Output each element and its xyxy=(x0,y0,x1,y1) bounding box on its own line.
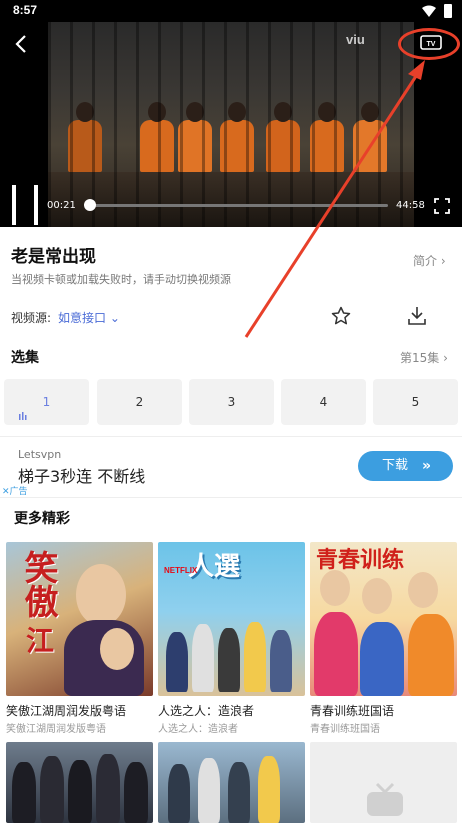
close-icon[interactable]: ✕ xyxy=(2,487,10,497)
episodes-title: 选集 xyxy=(11,350,39,366)
source-tip: 当视频卡顿或加载失败时，请手动切换视频源 xyxy=(11,273,231,286)
video-frame[interactable] xyxy=(48,22,414,227)
status-time: 8:57 xyxy=(13,3,38,17)
poster-image: 青春训练 xyxy=(310,542,457,696)
episode-button[interactable]: 2 xyxy=(97,379,182,425)
chevron-down-icon: ⌄ xyxy=(109,311,120,325)
recommendation-card[interactable]: 青春训练 青春训练班国语 青春训练班国语 xyxy=(310,542,457,735)
playing-indicator-icon xyxy=(19,412,27,420)
back-arrow-icon[interactable] xyxy=(10,32,34,56)
annotation-circle xyxy=(398,28,460,60)
source-label: 视频源: xyxy=(11,311,52,325)
poster-image xyxy=(158,742,305,823)
poster-image xyxy=(6,742,153,823)
recommendation-card[interactable] xyxy=(310,742,457,823)
ad-banner[interactable]: Letsvpn 梯子3秒连 不断线 下载» ✕广告 xyxy=(0,436,462,498)
card-subtitle: 人选之人：造浪者 xyxy=(158,724,238,735)
netflix-badge: NETFLIX xyxy=(164,566,198,575)
episode-list: 1 2 3 4 5 xyxy=(4,379,460,425)
recommendation-card[interactable] xyxy=(6,742,153,823)
poster-image: 笑傲 江 xyxy=(6,542,153,696)
card-title: 人选之人：造浪者 xyxy=(158,704,255,718)
intro-label: 简介 xyxy=(413,254,438,268)
show-title: 老是常出现 xyxy=(11,247,96,267)
card-subtitle: 笑傲江湖周润发版粤语 xyxy=(6,724,106,735)
poster-image: 人選 NETFLIX xyxy=(158,542,305,696)
fullscreen-icon[interactable] xyxy=(434,198,450,214)
source-selector[interactable]: 如意接口 ⌄ xyxy=(58,309,120,326)
more-title: 更多精彩 xyxy=(14,511,70,527)
ad-brand: Letsvpn xyxy=(18,448,62,461)
card-subtitle: 青春训练班国语 xyxy=(310,724,380,735)
chevron-right-icon: › xyxy=(440,254,446,268)
episode-button[interactable]: 4 xyxy=(281,379,366,425)
intro-link[interactable]: 简介 › xyxy=(413,252,446,269)
video-player[interactable]: viu TV 00:21 44:58 xyxy=(0,22,462,227)
ad-download-button[interactable]: 下载» xyxy=(358,451,453,481)
episode-count-link[interactable]: 第15集 › xyxy=(400,349,448,366)
poster-placeholder xyxy=(310,742,457,823)
episode-button[interactable]: 3 xyxy=(189,379,274,425)
battery-icon xyxy=(444,4,452,18)
progress-bar[interactable] xyxy=(84,199,388,211)
wifi-icon xyxy=(422,5,436,17)
favorite-star-icon[interactable] xyxy=(331,306,351,326)
ad-tag[interactable]: ✕广告 xyxy=(2,484,28,497)
card-title: 笑傲江湖周润发版粤语 xyxy=(6,704,127,718)
pause-icon[interactable] xyxy=(10,185,38,225)
episode-count: 第15集 xyxy=(400,351,440,365)
total-time: 44:58 xyxy=(396,200,425,211)
card-title: 青春训练班国语 xyxy=(310,704,395,718)
recommendation-card[interactable]: 笑傲 江 笑傲江湖周润发版粤语 笑傲江湖周润发版粤语 xyxy=(6,542,153,735)
viu-watermark: viu xyxy=(346,32,365,47)
current-time: 00:21 xyxy=(47,200,76,211)
source-value: 如意接口 xyxy=(58,311,107,325)
double-chevron-icon: » xyxy=(421,458,431,474)
ad-slogan: 梯子3秒连 不断线 xyxy=(18,467,146,486)
episode-button[interactable]: 1 xyxy=(4,379,89,425)
recommendation-card[interactable]: 人選 NETFLIX 人选之人：造浪者 人选之人：造浪者 xyxy=(158,542,305,735)
chevron-right-icon: › xyxy=(443,351,448,365)
status-bar: 8:57 xyxy=(0,0,462,22)
episode-button[interactable]: 5 xyxy=(373,379,458,425)
download-icon[interactable] xyxy=(407,305,427,327)
tv-placeholder-icon xyxy=(367,782,403,816)
recommendation-card[interactable] xyxy=(158,742,305,823)
